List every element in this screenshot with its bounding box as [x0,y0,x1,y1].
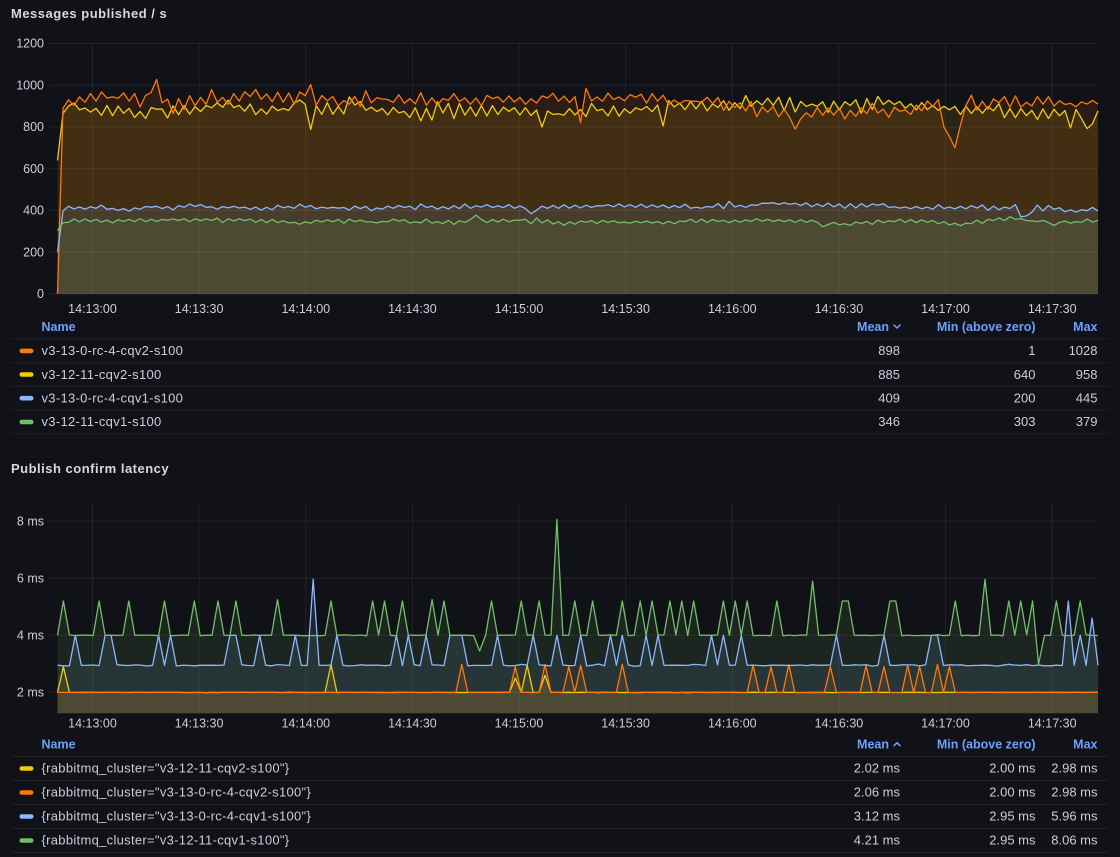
svg-text:1028: 1028 [1069,343,1098,358]
svg-text:Max: Max [1073,738,1097,752]
svg-text:8.06 ms: 8.06 ms [1051,833,1098,848]
svg-text:346: 346 [878,414,900,429]
svg-text:Mean: Mean [857,738,889,752]
svg-text:2.06 ms: 2.06 ms [854,785,901,800]
svg-text:640: 640 [1014,367,1036,382]
svg-text:2.00 ms: 2.00 ms [989,761,1036,776]
svg-text:v3-13-0-rc-4-cqv1-s100: v3-13-0-rc-4-cqv1-s100 [42,390,184,405]
svg-text:14:14:00: 14:14:00 [281,302,330,316]
svg-text:2.98 ms: 2.98 ms [1051,785,1098,800]
svg-text:400: 400 [23,204,44,218]
svg-text:800: 800 [23,120,44,134]
svg-text:14:17:30: 14:17:30 [1028,717,1077,731]
svg-text:14:15:00: 14:15:00 [495,717,544,731]
svg-text:14:13:30: 14:13:30 [175,717,224,731]
svg-text:885: 885 [878,367,900,382]
svg-text:2.00 ms: 2.00 ms [989,785,1036,800]
svg-text:14:14:00: 14:14:00 [281,717,330,731]
svg-text:379: 379 [1076,414,1098,429]
svg-text:14:17:00: 14:17:00 [921,302,970,316]
svg-text:Publish confirm latency: Publish confirm latency [11,461,169,476]
svg-text:14:15:00: 14:15:00 [495,302,544,316]
svg-text:4.21 ms: 4.21 ms [854,833,901,848]
svg-text:14:16:30: 14:16:30 [815,717,864,731]
svg-text:8 ms: 8 ms [17,514,44,528]
svg-text:14:16:30: 14:16:30 [815,302,864,316]
svg-text:2.98 ms: 2.98 ms [1051,761,1098,776]
svg-text:303: 303 [1014,414,1036,429]
svg-text:{rabbitmq_cluster="v3-13-0-rc-: {rabbitmq_cluster="v3-13-0-rc-4-cqv1-s10… [42,809,312,824]
svg-text:600: 600 [23,162,44,176]
svg-text:1000: 1000 [16,79,44,93]
svg-text:200: 200 [1014,390,1036,405]
svg-text:14:13:00: 14:13:00 [68,717,117,731]
svg-text:Messages published / s: Messages published / s [11,6,167,21]
svg-text:14:15:30: 14:15:30 [601,302,650,316]
svg-text:4 ms: 4 ms [17,629,44,643]
svg-text:958: 958 [1076,367,1098,382]
svg-text:14:13:30: 14:13:30 [175,302,224,316]
svg-text:445: 445 [1076,390,1098,405]
svg-text:Min (above zero): Min (above zero) [937,320,1036,334]
svg-text:v3-12-11-cqv2-s100: v3-12-11-cqv2-s100 [42,367,162,382]
svg-text:200: 200 [23,245,44,259]
svg-text:1: 1 [1028,343,1035,358]
svg-text:2.95 ms: 2.95 ms [989,833,1036,848]
svg-text:898: 898 [878,343,900,358]
svg-text:{rabbitmq_cluster="v3-12-11-cq: {rabbitmq_cluster="v3-12-11-cqv2-s100"} [42,761,290,776]
svg-text:14:16:00: 14:16:00 [708,302,757,316]
svg-text:14:16:00: 14:16:00 [708,717,757,731]
svg-text:Mean: Mean [857,320,889,334]
svg-text:14:14:30: 14:14:30 [388,302,437,316]
svg-text:1200: 1200 [16,37,44,51]
svg-text:2 ms: 2 ms [17,686,44,700]
svg-text:409: 409 [878,390,900,405]
svg-text:14:15:30: 14:15:30 [601,717,650,731]
svg-text:0: 0 [37,287,44,301]
svg-text:Name: Name [42,320,76,334]
svg-text:3.12 ms: 3.12 ms [854,809,901,824]
svg-text:6 ms: 6 ms [17,571,44,585]
svg-text:14:17:30: 14:17:30 [1028,302,1077,316]
svg-text:14:13:00: 14:13:00 [68,302,117,316]
svg-text:v3-12-11-cqv1-s100: v3-12-11-cqv1-s100 [42,414,162,429]
svg-text:v3-13-0-rc-4-cqv2-s100: v3-13-0-rc-4-cqv2-s100 [42,343,184,358]
svg-text:Name: Name [42,738,76,752]
svg-text:Max: Max [1073,320,1097,334]
svg-text:14:17:00: 14:17:00 [921,717,970,731]
svg-text:2.02 ms: 2.02 ms [854,761,901,776]
svg-text:14:14:30: 14:14:30 [388,717,437,731]
svg-text:5.96 ms: 5.96 ms [1051,809,1098,824]
svg-text:Min (above zero): Min (above zero) [937,738,1036,752]
svg-text:{rabbitmq_cluster="v3-13-0-rc-: {rabbitmq_cluster="v3-13-0-rc-4-cqv2-s10… [42,785,312,800]
svg-text:{rabbitmq_cluster="v3-12-11-cq: {rabbitmq_cluster="v3-12-11-cqv1-s100"} [42,833,290,848]
svg-text:2.95 ms: 2.95 ms [989,809,1036,824]
